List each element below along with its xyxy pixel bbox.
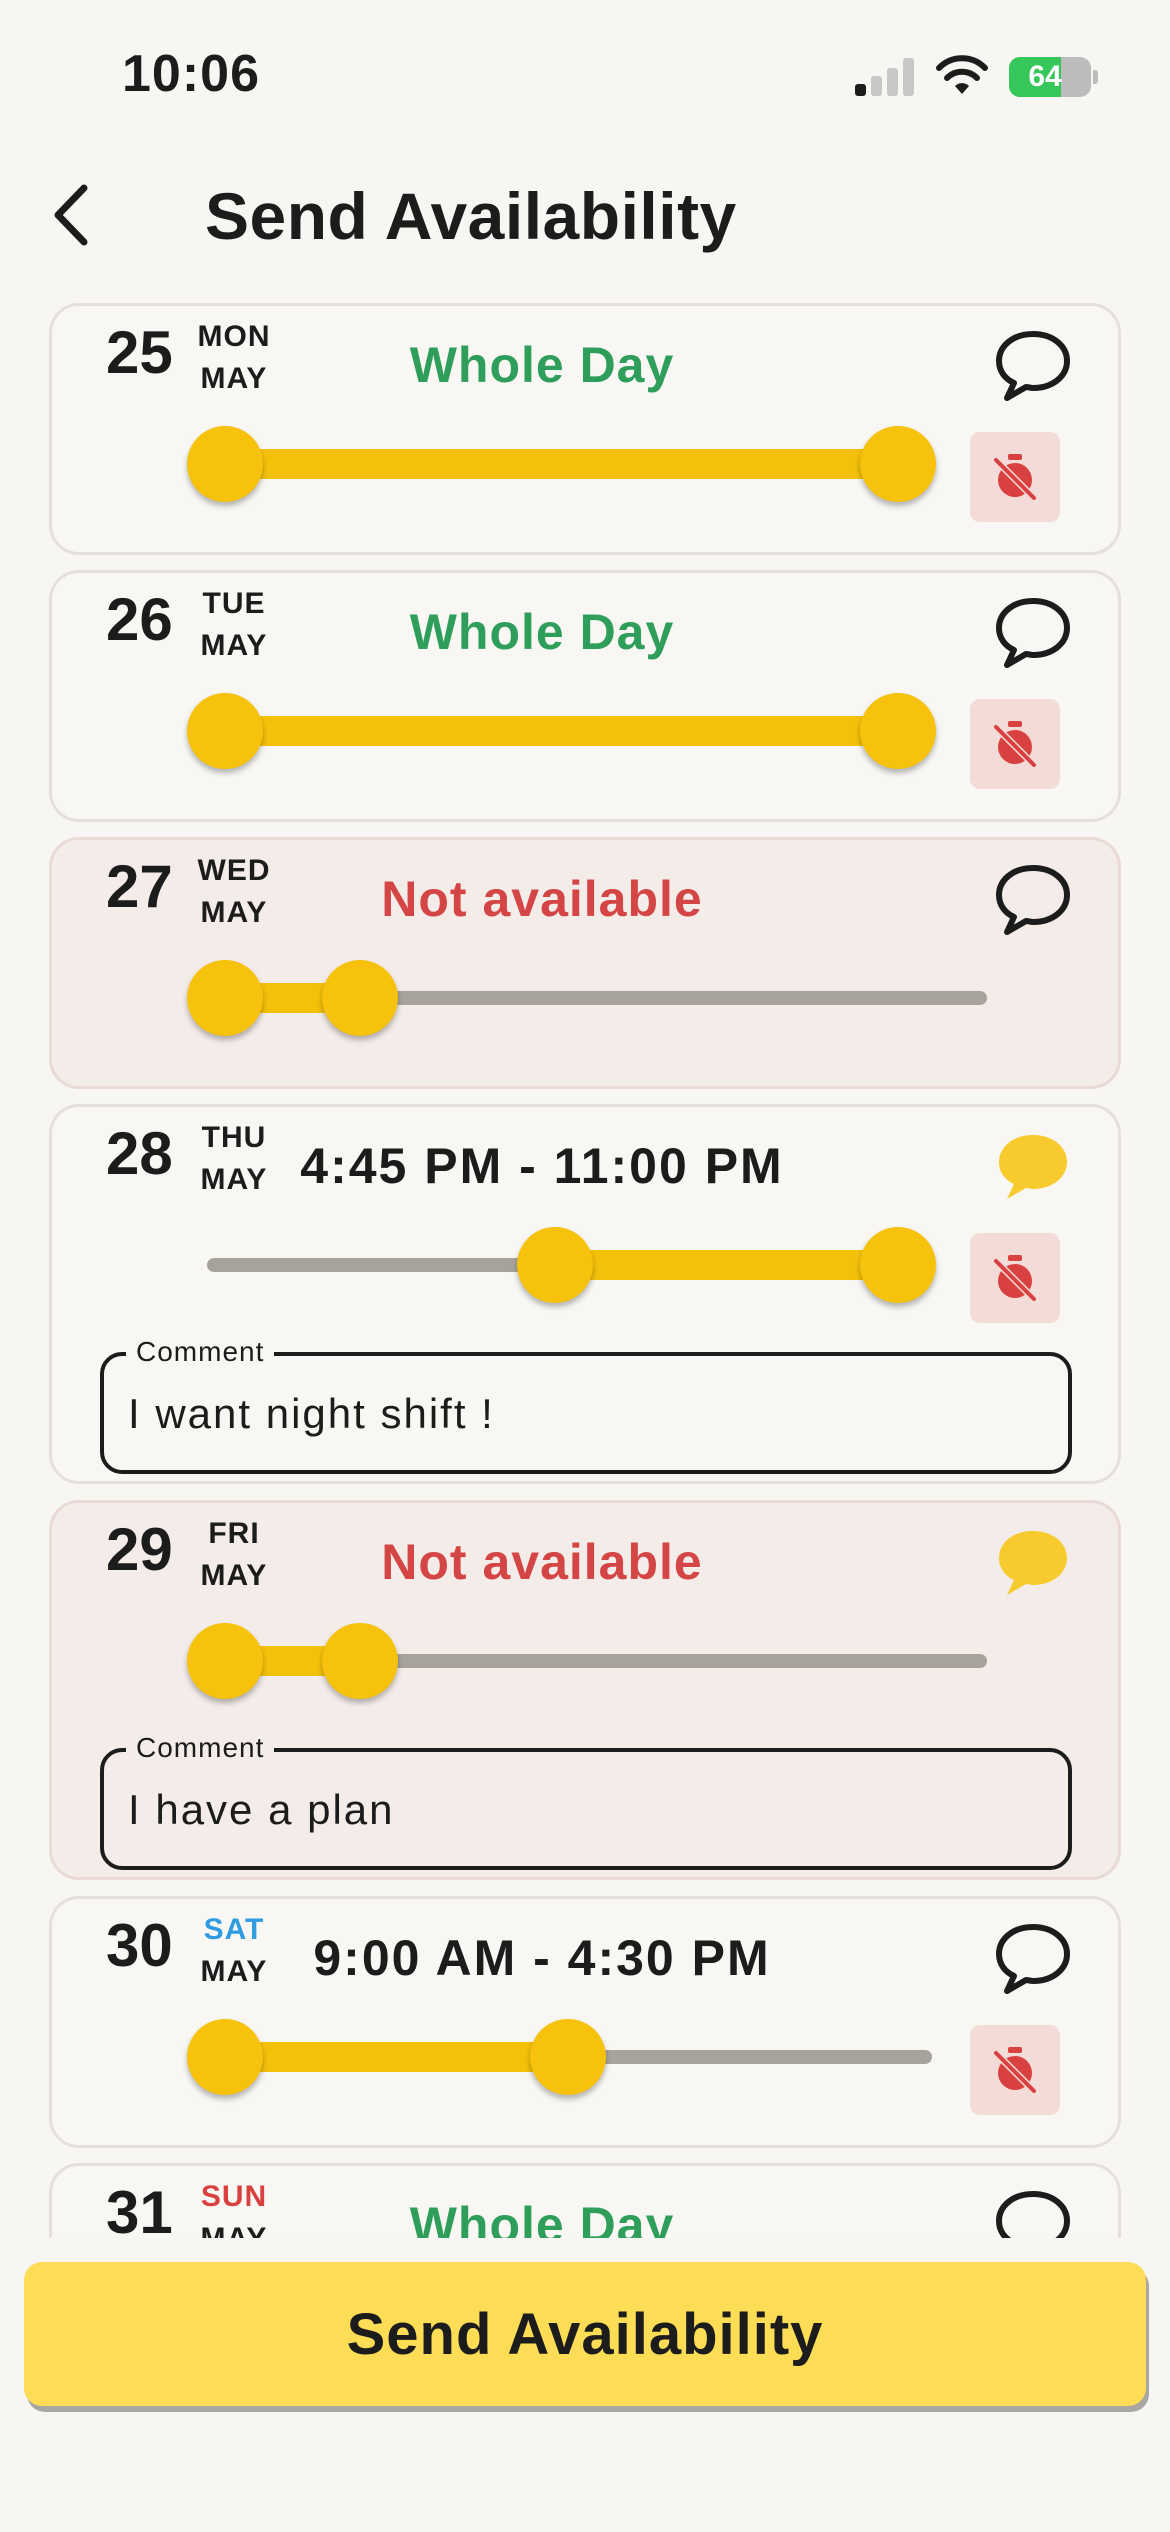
- availability-status: Whole Day: [409, 337, 675, 393]
- day-card: 29 FRI MAY Not available Comment I have a pla…: [49, 1500, 1121, 1880]
- slider-selected-range: [225, 449, 898, 479]
- comment-button[interactable]: [993, 2188, 1073, 2238]
- comment-button[interactable]: [993, 595, 1073, 671]
- comment-field-label: Comment: [126, 1336, 275, 1368]
- speech-bubble-icon: [996, 331, 1070, 401]
- comment-field-label: Comment: [126, 1732, 275, 1764]
- availability-status: Not available: [381, 1534, 703, 1590]
- comment-field[interactable]: Comment I have a plan: [100, 1732, 1072, 1870]
- slider-start-handle[interactable]: [187, 960, 263, 1036]
- speech-bubble-icon: [996, 865, 1070, 935]
- speech-bubble-icon: [996, 1924, 1070, 1994]
- comment-field[interactable]: Comment I want night shift !: [100, 1336, 1072, 1474]
- speech-bubble-icon: [999, 1135, 1067, 1199]
- day-card: 31SUNMAYWhole Day: [49, 2163, 1121, 2238]
- slider-start-handle[interactable]: [187, 2019, 263, 2095]
- availability-list[interactable]: 25 MON MAY Whole Day 26 TUE MAY Whole Day 27 WED M…: [0, 0, 1170, 2238]
- clear-time-button[interactable]: [970, 2025, 1060, 2115]
- day-card: 26 TUE MAY Whole Day: [49, 570, 1121, 822]
- timer-off-icon: [992, 454, 1040, 502]
- clear-time-button[interactable]: [970, 432, 1060, 522]
- comment-button[interactable]: [993, 1525, 1073, 1601]
- availability-status: Whole Day: [409, 604, 675, 660]
- slider-start-handle[interactable]: [516, 1227, 593, 1303]
- slider-end-handle[interactable]: [530, 2019, 607, 2095]
- slider-selected-range: [225, 2042, 569, 2072]
- timer-off-icon: [992, 1255, 1040, 1303]
- speech-bubble-icon: [999, 1531, 1067, 1595]
- timer-off-icon: [992, 721, 1040, 769]
- day-card: 30 SAT MAY 9:00 AM - 4:30 PM: [49, 1896, 1121, 2148]
- comment-button[interactable]: [993, 1129, 1073, 1205]
- slider-end-handle[interactable]: [860, 426, 936, 502]
- comment-button[interactable]: [993, 1921, 1073, 1997]
- clear-time-button[interactable]: [970, 1233, 1060, 1323]
- slider-end-handle[interactable]: [860, 693, 936, 769]
- day-card: 27 WED MAY Not available: [49, 837, 1121, 1089]
- timer-off-icon: [992, 2047, 1040, 2095]
- comment-button[interactable]: [993, 862, 1073, 938]
- comment-button[interactable]: [993, 328, 1073, 404]
- slider-end-handle[interactable]: [321, 960, 398, 1036]
- slider-selected-range: [554, 1250, 898, 1280]
- slider-start-handle[interactable]: [187, 1623, 263, 1699]
- slider-end-handle[interactable]: [860, 1227, 936, 1303]
- speech-bubble-icon: [996, 2191, 1070, 2238]
- clear-time-button[interactable]: [970, 699, 1060, 789]
- comment-field-value: I have a plan: [128, 1786, 395, 1833]
- slider-start-handle[interactable]: [187, 693, 263, 769]
- slider-start-handle[interactable]: [187, 426, 263, 502]
- day-card: 28 THU MAY 4:45 PM - 11:00 PM Comment I want …: [49, 1104, 1121, 1484]
- comment-field-value: I want night shift !: [128, 1390, 495, 1437]
- availability-status: Whole Day: [409, 2197, 675, 2238]
- availability-status: 9:00 AM - 4:30 PM: [313, 1930, 771, 1986]
- availability-status: 4:45 PM - 11:00 PM: [300, 1138, 784, 1194]
- send-availability-button[interactable]: Send Availability: [24, 2262, 1146, 2406]
- availability-status: Not available: [381, 871, 703, 927]
- day-card: 25 MON MAY Whole Day: [49, 303, 1121, 555]
- speech-bubble-icon: [996, 598, 1070, 668]
- slider-end-handle[interactable]: [321, 1623, 398, 1699]
- slider-selected-range: [225, 716, 898, 746]
